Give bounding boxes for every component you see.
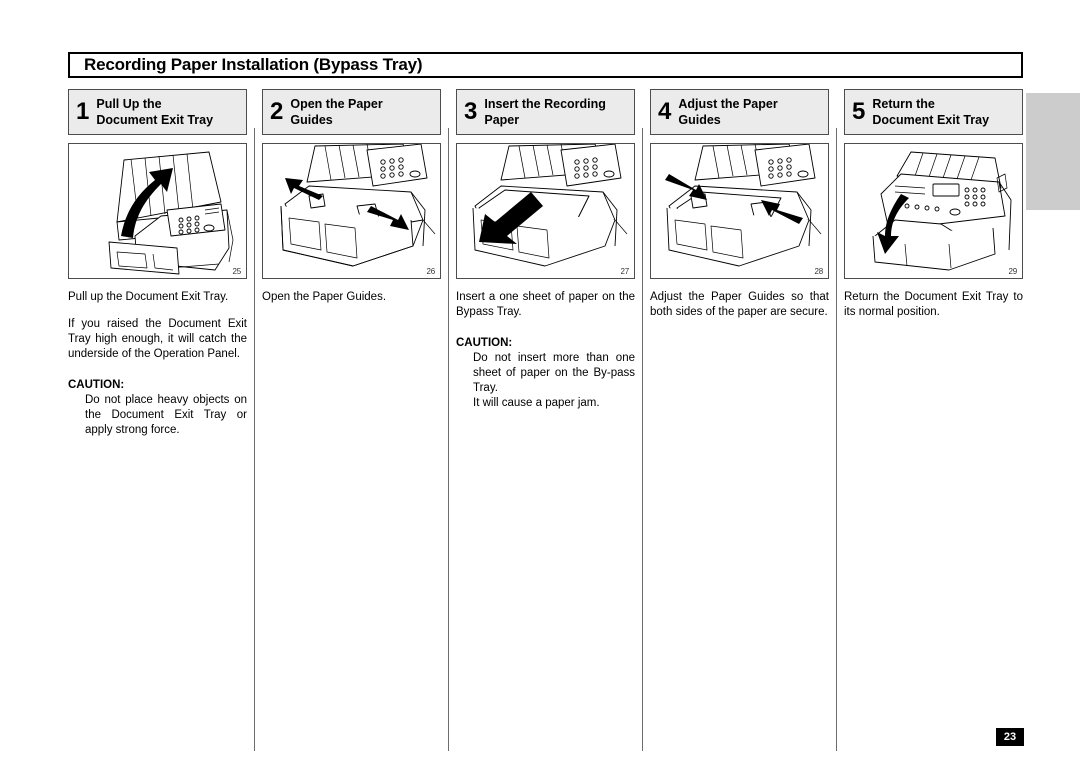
step-header-5: 5 Return the Document Exit Tray <box>844 89 1023 135</box>
step-paragraph-3-1: Insert a one sheet of paper on the Bypas… <box>456 291 635 319</box>
step-column-1: 1 Pull Up the Document Exit Tray 25 Pull… <box>68 89 255 751</box>
page-title-bar: Recording Paper Installation (Bypass Tra… <box>68 52 1023 78</box>
step-number-4: 4 <box>658 98 672 125</box>
step-label-2: Open the Paper Guides <box>290 96 382 128</box>
step-label-line2: Document Exit Tray <box>96 113 214 127</box>
illustration-panel-1: 25 <box>68 143 247 279</box>
step-number-1: 1 <box>76 98 90 125</box>
fax-machine-illustration-2 <box>280 144 436 267</box>
step-number-2: 2 <box>270 98 284 125</box>
step-column-3: 3 Insert the Recording Paper 27 Insert a… <box>456 89 643 751</box>
step-body-5: Return the Document Exit Tray to its nor… <box>844 290 1023 320</box>
step-paragraph-1-2: If you raised the Document Exit Tray hig… <box>68 318 247 361</box>
step-label-line2: Guides <box>290 113 333 127</box>
figure-number-5: 29 <box>1008 267 1018 276</box>
step-label-1: Pull Up the Document Exit Tray <box>96 96 213 128</box>
step-body-4: Adjust the Paper Guides so that both sid… <box>650 290 829 320</box>
caution-heading-3: CAUTION: <box>456 337 513 350</box>
step-label-line1: Open the Paper <box>290 97 383 111</box>
step-label-line2: Document Exit Tray <box>872 113 990 127</box>
fax-machine-illustration-4 <box>665 144 822 267</box>
step-paragraph-2-1: Open the Paper Guides. <box>262 291 387 303</box>
step-label-line1: Adjust the Paper <box>678 97 778 111</box>
step-paragraph-1-1: Pull up the Document Exit Tray. <box>68 291 229 303</box>
step-label-5: Return the Document Exit Tray <box>872 96 989 128</box>
step-number-3: 3 <box>464 98 478 125</box>
step-header-4: 4 Adjust the Paper Guides <box>650 89 829 135</box>
step-label-3: Insert the Recording Paper <box>484 96 606 128</box>
caution-text-3: Do not insert more than one sheet of pap… <box>473 352 635 395</box>
step-column-2: 2 Open the Paper Guides 26 Open the Pape… <box>262 89 449 751</box>
column-separator-4 <box>836 128 837 751</box>
figure-number-3: 27 <box>620 267 630 276</box>
step-header-2: 2 Open the Paper Guides <box>262 89 441 135</box>
caution-text-1: Do not place heavy objects on the Docume… <box>85 394 247 437</box>
page-number-badge: 23 <box>996 728 1024 746</box>
step-body-2: Open the Paper Guides. <box>262 290 441 305</box>
caution-heading-1: CAUTION: <box>68 379 125 392</box>
step-label-line1: Insert the Recording <box>484 97 606 111</box>
fax-machine-illustration-3 <box>472 144 628 267</box>
caution-block-1: CAUTION: Do not place heavy objects on t… <box>68 378 247 438</box>
caution-block-3: CAUTION: Do not insert more than one she… <box>456 336 635 411</box>
step-header-3: 3 Insert the Recording Paper <box>456 89 635 135</box>
figure-number-1: 25 <box>232 267 242 276</box>
step-label-line2: Paper <box>484 113 520 127</box>
step-paragraph-5-1: Return the Document Exit Tray to its nor… <box>844 291 1023 319</box>
step-body-1: Pull up the Document Exit Tray. If you r… <box>68 290 247 439</box>
step-column-4: 4 Adjust the Paper Guides 28 Adjust the … <box>650 89 837 751</box>
step-label-line2: Guides <box>678 113 721 127</box>
step-column-5: 5 Return the Document Exit Tray 29 Retur… <box>844 89 1023 439</box>
caution-text-3b: It will cause a paper jam. <box>473 397 600 410</box>
page-title: Recording Paper Installation (Bypass Tra… <box>84 55 423 74</box>
step-label-line1: Return the <box>872 97 935 111</box>
illustration-panel-4: 28 <box>650 143 829 279</box>
step-label-line1: Pull Up the <box>96 97 162 111</box>
fax-machine-illustration-5 <box>872 151 1012 271</box>
fax-machine-illustration-1 <box>108 151 234 275</box>
chapter-thumb-tab <box>1026 93 1080 210</box>
figure-number-4: 28 <box>814 267 824 276</box>
illustration-panel-3: 27 <box>456 143 635 279</box>
step-number-5: 5 <box>852 98 866 125</box>
column-separator-3 <box>642 128 643 751</box>
page-content: Recording Paper Installation (Bypass Tra… <box>68 52 1023 751</box>
step-label-4: Adjust the Paper Guides <box>678 96 777 128</box>
column-separator-1 <box>254 128 255 751</box>
step-paragraph-4-1: Adjust the Paper Guides so that both sid… <box>650 291 829 319</box>
step-body-3: Insert a one sheet of paper on the Bypas… <box>456 290 635 411</box>
step-header-1: 1 Pull Up the Document Exit Tray <box>68 89 247 135</box>
illustration-panel-2: 26 <box>262 143 441 279</box>
illustration-panel-5: 29 <box>844 143 1023 279</box>
steps-container: 1 Pull Up the Document Exit Tray 25 Pull… <box>68 89 1023 751</box>
figure-number-2: 26 <box>426 267 436 276</box>
column-separator-2 <box>448 128 449 751</box>
